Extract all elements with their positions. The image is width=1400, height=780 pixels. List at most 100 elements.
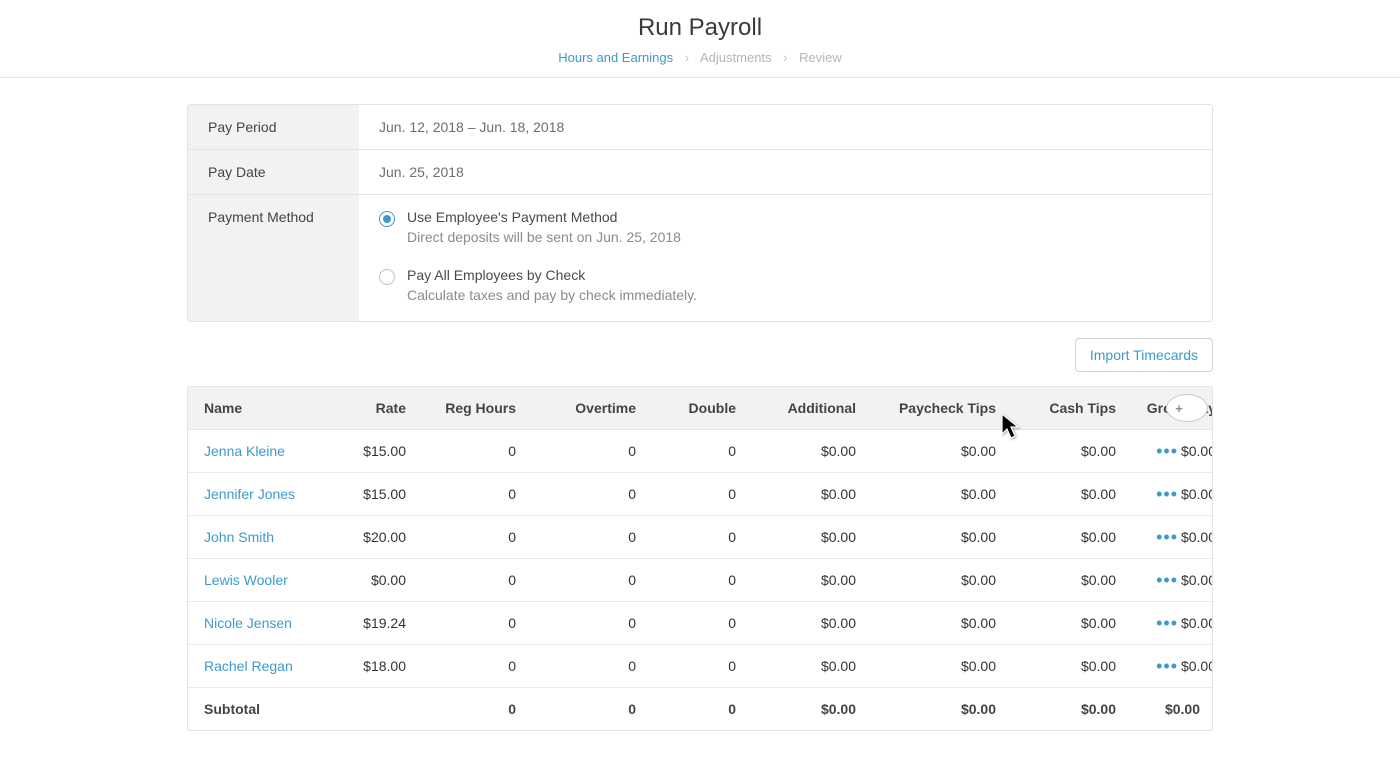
cell-double[interactable]: 0 bbox=[648, 559, 748, 601]
grid-subtotal-row: Subtotal 0 0 0 $0.00 $0.00 $0.00 $0.00 bbox=[188, 688, 1212, 730]
radio-use-employee-method[interactable]: Use Employee's Payment Method Direct dep… bbox=[379, 209, 1192, 245]
page-title: Run Payroll bbox=[0, 14, 1400, 42]
radio-icon bbox=[379, 269, 395, 285]
cell-paycheck-tips[interactable]: $0.00 bbox=[868, 473, 1008, 515]
subtotal-label: Subtotal bbox=[188, 688, 328, 730]
cell-cash-tips[interactable]: $0.00 bbox=[1008, 516, 1128, 558]
cell-reg-hours[interactable]: 0 bbox=[418, 430, 528, 472]
subtotal-ctips: $0.00 bbox=[1008, 688, 1128, 730]
cell-reg-hours[interactable]: 0 bbox=[418, 516, 528, 558]
cell-additional[interactable]: $0.00 bbox=[748, 559, 868, 601]
employee-name-link[interactable]: Nicole Jensen bbox=[204, 615, 292, 631]
pay-period-label: Pay Period bbox=[188, 105, 359, 149]
add-column-button[interactable]: + bbox=[1166, 394, 1208, 422]
cell-paycheck-tips[interactable]: $0.00 bbox=[868, 430, 1008, 472]
cell-double[interactable]: 0 bbox=[648, 645, 748, 687]
radio-description: Direct deposits will be sent on Jun. 25,… bbox=[407, 229, 681, 245]
cell-additional[interactable]: $0.00 bbox=[748, 473, 868, 515]
employee-name-link[interactable]: Jennifer Jones bbox=[204, 486, 295, 502]
cell-cash-tips[interactable]: $0.00 bbox=[1008, 430, 1128, 472]
cell-rate[interactable]: $0.00 bbox=[328, 559, 418, 601]
pay-date-value: Jun. 25, 2018 bbox=[359, 150, 1212, 194]
cell-overtime[interactable]: 0 bbox=[528, 645, 648, 687]
cell-rate[interactable]: $15.00 bbox=[328, 473, 418, 515]
cell-double[interactable]: 0 bbox=[648, 516, 748, 558]
cell-additional[interactable]: $0.00 bbox=[748, 602, 868, 644]
cell-paycheck-tips[interactable]: $0.00 bbox=[868, 645, 1008, 687]
col-header-cash-tips: Cash Tips bbox=[1008, 387, 1128, 429]
cell-double[interactable]: 0 bbox=[648, 602, 748, 644]
pay-period-value: Jun. 12, 2018 – Jun. 18, 2018 bbox=[359, 105, 1212, 149]
table-row: Jenna Kleine$15.00000$0.00$0.00$0.00$0.0… bbox=[188, 430, 1212, 473]
col-header-overtime: Overtime bbox=[528, 387, 648, 429]
more-actions-icon[interactable]: ••• bbox=[1144, 472, 1206, 516]
cell-overtime[interactable]: 0 bbox=[528, 602, 648, 644]
employee-name-link[interactable]: Jenna Kleine bbox=[204, 443, 285, 459]
cell-double[interactable]: 0 bbox=[648, 473, 748, 515]
cell-overtime[interactable]: 0 bbox=[528, 516, 648, 558]
more-actions-icon[interactable]: ••• bbox=[1144, 601, 1206, 645]
subtotal-add: $0.00 bbox=[748, 688, 868, 730]
cell-double[interactable]: 0 bbox=[648, 430, 748, 472]
cell-reg-hours[interactable]: 0 bbox=[418, 559, 528, 601]
subtotal-dbl: 0 bbox=[648, 688, 748, 730]
cell-overtime[interactable]: 0 bbox=[528, 430, 648, 472]
grid-header-row: Name Rate Reg Hours Overtime Double Addi… bbox=[188, 387, 1212, 430]
cell-additional[interactable]: $0.00 bbox=[748, 430, 868, 472]
more-actions-icon[interactable]: ••• bbox=[1144, 429, 1206, 473]
col-header-additional: Additional bbox=[748, 387, 868, 429]
cell-reg-hours[interactable]: 0 bbox=[418, 602, 528, 644]
cell-overtime[interactable]: 0 bbox=[528, 559, 648, 601]
cell-paycheck-tips[interactable]: $0.00 bbox=[868, 602, 1008, 644]
employee-name-link[interactable]: Lewis Wooler bbox=[204, 572, 288, 588]
breadcrumb-step-review[interactable]: Review bbox=[799, 50, 842, 65]
radio-label: Use Employee's Payment Method bbox=[407, 209, 681, 225]
employee-payroll-grid: Name Rate Reg Hours Overtime Double Addi… bbox=[187, 386, 1213, 731]
cell-additional[interactable]: $0.00 bbox=[748, 516, 868, 558]
col-header-double: Double bbox=[648, 387, 748, 429]
radio-pay-by-check[interactable]: Pay All Employees by Check Calculate tax… bbox=[379, 267, 1192, 303]
chevron-right-icon: › bbox=[783, 50, 787, 65]
col-header-name: Name bbox=[188, 387, 328, 429]
employee-name-link[interactable]: John Smith bbox=[204, 529, 274, 545]
radio-description: Calculate taxes and pay by check immedia… bbox=[407, 287, 697, 303]
more-actions-icon[interactable]: ••• bbox=[1144, 558, 1206, 602]
table-row: Lewis Wooler$0.00000$0.00$0.00$0.00$0.00… bbox=[188, 559, 1212, 602]
payment-method-label: Payment Method bbox=[188, 195, 359, 321]
cell-paycheck-tips[interactable]: $0.00 bbox=[868, 516, 1008, 558]
breadcrumb: Hours and Earnings › Adjustments › Revie… bbox=[0, 50, 1400, 65]
page-header: Run Payroll Hours and Earnings › Adjustm… bbox=[0, 0, 1400, 78]
cell-rate[interactable]: $20.00 bbox=[328, 516, 418, 558]
breadcrumb-step-adjustments[interactable]: Adjustments bbox=[700, 50, 772, 65]
table-row: Nicole Jensen$19.24000$0.00$0.00$0.00$0.… bbox=[188, 602, 1212, 645]
table-row: Jennifer Jones$15.00000$0.00$0.00$0.00$0… bbox=[188, 473, 1212, 516]
subtotal-reg: 0 bbox=[418, 688, 528, 730]
cell-overtime[interactable]: 0 bbox=[528, 473, 648, 515]
cell-rate[interactable]: $18.00 bbox=[328, 645, 418, 687]
col-header-reg-hours: Reg Hours bbox=[418, 387, 528, 429]
more-actions-icon[interactable]: ••• bbox=[1144, 515, 1206, 559]
col-header-rate: Rate bbox=[328, 387, 418, 429]
cell-cash-tips[interactable]: $0.00 bbox=[1008, 602, 1128, 644]
breadcrumb-step-hours[interactable]: Hours and Earnings bbox=[558, 50, 673, 65]
subtotal-ptips: $0.00 bbox=[868, 688, 1008, 730]
more-actions-icon[interactable]: ••• bbox=[1144, 644, 1206, 688]
cell-cash-tips[interactable]: $0.00 bbox=[1008, 559, 1128, 601]
payroll-info-panel: Pay Period Jun. 12, 2018 – Jun. 18, 2018… bbox=[187, 104, 1213, 322]
cell-paycheck-tips[interactable]: $0.00 bbox=[868, 559, 1008, 601]
col-header-paycheck-tips: Paycheck Tips bbox=[868, 387, 1008, 429]
cell-additional[interactable]: $0.00 bbox=[748, 645, 868, 687]
cell-rate[interactable]: $19.24 bbox=[328, 602, 418, 644]
cell-cash-tips[interactable]: $0.00 bbox=[1008, 473, 1128, 515]
chevron-right-icon: › bbox=[685, 50, 689, 65]
pay-date-label: Pay Date bbox=[188, 150, 359, 194]
table-row: Rachel Regan$18.00000$0.00$0.00$0.00$0.0… bbox=[188, 645, 1212, 688]
import-timecards-button[interactable]: Import Timecards bbox=[1075, 338, 1213, 372]
cell-reg-hours[interactable]: 0 bbox=[418, 645, 528, 687]
radio-icon bbox=[379, 211, 395, 227]
radio-label: Pay All Employees by Check bbox=[407, 267, 697, 283]
employee-name-link[interactable]: Rachel Regan bbox=[204, 658, 293, 674]
cell-reg-hours[interactable]: 0 bbox=[418, 473, 528, 515]
cell-rate[interactable]: $15.00 bbox=[328, 430, 418, 472]
cell-cash-tips[interactable]: $0.00 bbox=[1008, 645, 1128, 687]
